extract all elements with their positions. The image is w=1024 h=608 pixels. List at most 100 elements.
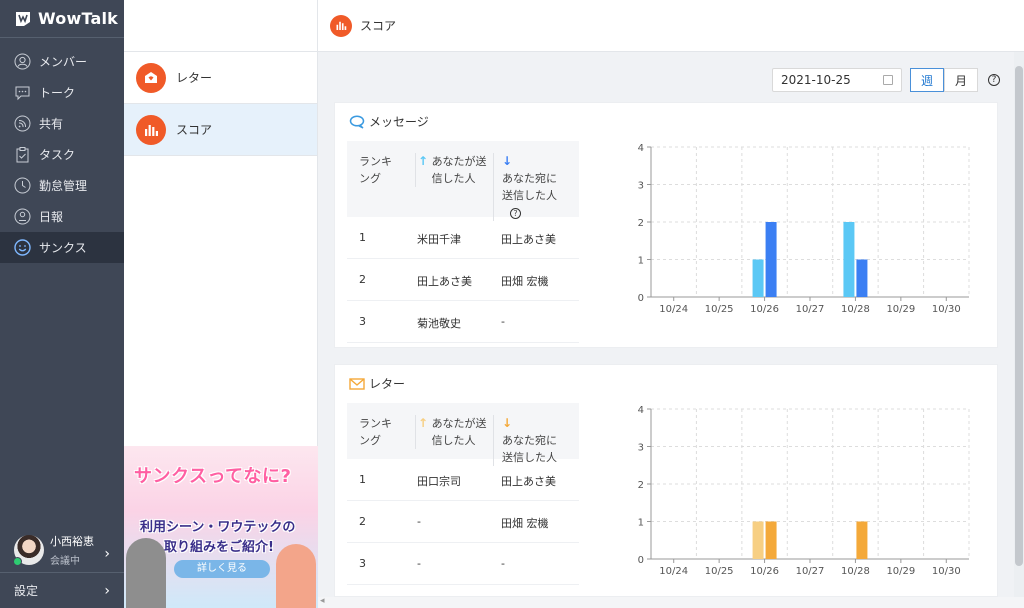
score-content: 2021-10-25 週 月 ? メッセージ ランキング ↑ あなたが送信した人… — [318, 52, 1014, 597]
letter-score-card: レター ランキング ↑ あなたが送信した人 ↓ あなた宛に送信した人 1 田口宗司… — [334, 364, 998, 597]
bar — [752, 521, 764, 559]
table-header: ランキング ↑ あなたが送信した人 ↓ あなた宛に送信した人 ? — [347, 141, 579, 221]
x-tick-label: 10/28 — [841, 304, 870, 315]
column-header-received: ↓ あなた宛に送信した人 ? — [493, 153, 579, 221]
date-value: 2021-10-25 — [781, 73, 851, 87]
arrow-up-icon: ↑ — [418, 416, 429, 430]
table-header: ランキング ↑ あなたが送信した人 ↓ あなた宛に送信した人 — [347, 403, 579, 466]
smile-icon — [14, 239, 31, 256]
rank-cell: 2 — [359, 515, 366, 528]
sidebar-item-thanks[interactable]: サンクス — [0, 232, 124, 263]
table-row: 2 田上あさ美 田畑 宏機 — [347, 259, 579, 301]
table-row: 1 米田千津 田上あさ美 — [347, 217, 579, 259]
received-cell: 田上あさ美 — [501, 233, 556, 246]
sidebar-item-share[interactable]: 共有 — [0, 108, 124, 139]
sidebar-nav: メンバー トーク 共有 タスク 勤怠管理 日報 サンクス — [0, 46, 124, 263]
menu-item-label: レター — [176, 71, 213, 85]
y-tick-label: 1 — [638, 518, 644, 529]
x-tick-label: 10/28 — [841, 566, 870, 577]
y-tick-label: 0 — [638, 555, 644, 566]
settings-button[interactable]: 設定 › — [0, 572, 124, 608]
thanks-menu: レター スコア サンクスってなに? 利用シーン・ワウテックの 取り組みをご紹介!… — [124, 0, 318, 608]
x-tick-label: 10/24 — [659, 566, 688, 577]
settings-label: 設定 — [14, 584, 39, 598]
bar — [765, 521, 777, 559]
scroll-left-icon[interactable]: ◂ — [320, 596, 325, 606]
user-status: 会議中 — [50, 556, 80, 567]
table-row: 3 菊池敬史 - — [347, 301, 579, 343]
menu-item-label: スコア — [176, 123, 213, 137]
user-name: 小西裕恵 — [50, 535, 94, 548]
sidebar-item-label: 勤怠管理 — [39, 179, 88, 193]
arrow-up-icon: ↑ — [418, 154, 429, 168]
y-tick-label: 3 — [638, 181, 644, 192]
received-cell: - — [501, 557, 505, 570]
sidebar-item-talk[interactable]: トーク — [0, 77, 124, 108]
rank-cell: 1 — [359, 231, 366, 244]
toolbar: 2021-10-25 週 月 ? — [772, 68, 1000, 92]
horizontal-scrollbar[interactable]: ◂ — [318, 596, 1024, 608]
sent-cell: - — [417, 557, 421, 570]
clipboard-icon — [16, 147, 29, 163]
vertical-scrollbar[interactable] — [1014, 52, 1024, 597]
sent-cell: 田口宗司 — [417, 475, 461, 488]
card-title-text: レター — [369, 377, 406, 391]
column-header-rank: ランキング — [359, 153, 393, 187]
banner-title: サンクスってなに? — [134, 466, 292, 487]
y-tick-label: 2 — [638, 480, 644, 491]
promo-banner[interactable]: サンクスってなに? 利用シーン・ワウテックの 取り組みをご紹介! 詳しく見る — [124, 446, 318, 608]
bar — [856, 259, 868, 297]
speech-bubble-icon — [349, 114, 365, 129]
sent-cell: 菊池敬史 — [417, 317, 461, 330]
x-tick-label: 10/30 — [932, 566, 961, 577]
column-header-rank: ランキング — [359, 415, 393, 449]
sidebar-item-daily-report[interactable]: 日報 — [0, 201, 124, 232]
x-tick-label: 10/25 — [705, 566, 734, 577]
column-header-sent: ↑ あなたが送信した人 — [415, 415, 488, 449]
calendar-icon — [883, 75, 893, 85]
user-profile[interactable]: 小西裕恵 会議中 › — [0, 528, 124, 572]
arrow-down-icon: ↓ — [502, 154, 513, 168]
sidebar-item-label: メンバー — [39, 55, 88, 69]
y-tick-label: 2 — [638, 218, 644, 229]
sidebar-item-members[interactable]: メンバー — [0, 46, 124, 77]
help-icon[interactable]: ? — [988, 74, 1000, 86]
sidebar-item-attendance[interactable]: 勤怠管理 — [0, 170, 124, 201]
rank-cell: 2 — [359, 273, 366, 286]
received-cell: 田畑 宏機 — [501, 517, 549, 530]
menu-item-score[interactable]: スコア — [124, 104, 317, 156]
report-icon — [14, 208, 31, 225]
y-tick-label: 3 — [638, 443, 644, 454]
scroll-thumb[interactable] — [1015, 66, 1023, 566]
y-tick-label: 4 — [638, 143, 644, 154]
y-tick-label: 4 — [638, 405, 644, 416]
arrow-down-icon: ↓ — [502, 416, 513, 430]
score-icon — [330, 14, 352, 37]
feed-icon — [14, 115, 31, 132]
x-tick-label: 10/30 — [932, 304, 961, 315]
banner-detail-button[interactable]: 詳しく見る — [174, 560, 270, 578]
sidebar-item-label: 共有 — [39, 117, 64, 131]
x-tick-label: 10/25 — [705, 304, 734, 315]
received-cell: 田上あさ美 — [501, 475, 556, 488]
message-score-card: メッセージ ランキング ↑ あなたが送信した人 ↓ あなた宛に送信した人 ? 1… — [334, 102, 998, 348]
avatar — [13, 535, 44, 566]
y-tick-label: 1 — [638, 256, 644, 267]
app-logo[interactable]: WowTalk — [0, 0, 124, 38]
banner-subtitle-line2: 取り組みをご紹介! — [164, 540, 274, 555]
rank-cell: 3 — [359, 315, 366, 328]
date-picker[interactable]: 2021-10-25 — [772, 68, 902, 92]
banner-subtitle-line1: 利用シーン・ワウテックの — [140, 520, 296, 535]
sidebar-item-task[interactable]: タスク — [0, 139, 124, 170]
received-cell: 田畑 宏機 — [501, 275, 549, 288]
menu-item-letter[interactable]: レター — [124, 52, 317, 104]
week-button[interactable]: 週 — [910, 68, 944, 92]
presence-dot — [13, 557, 22, 566]
received-header-text: あなた宛に送信した人 — [502, 172, 557, 202]
rank-header-text: ランキング — [359, 417, 392, 447]
sidebar-item-label: トーク — [39, 86, 76, 100]
period-toggle: 週 月 — [910, 68, 978, 92]
card-title: メッセージ — [349, 113, 429, 130]
month-button[interactable]: 月 — [944, 68, 978, 92]
message-bar-chart: 0 1 2 3 4 10/24 10/25 10/26 10/27 10/28 10/29 10/30 — [638, 143, 970, 315]
